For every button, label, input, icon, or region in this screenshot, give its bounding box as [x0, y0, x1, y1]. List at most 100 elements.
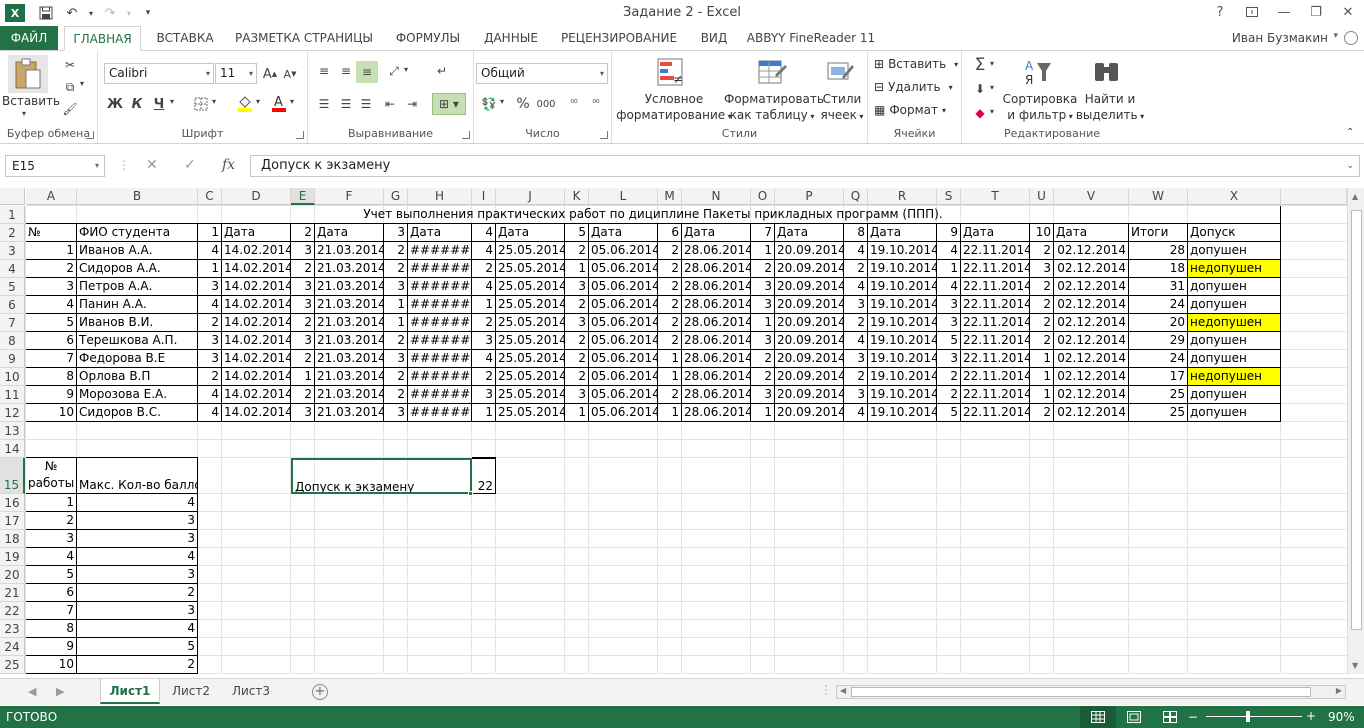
admission-status-cell[interactable]: допушен [1188, 404, 1281, 422]
tab-data[interactable]: ДАННЫЕ [478, 26, 544, 50]
column-header-M[interactable]: M [658, 188, 682, 205]
data-cell[interactable]: 02.12.2014 [1054, 296, 1129, 314]
max-table-score[interactable]: 3 [77, 566, 198, 584]
tab-abbyy[interactable]: ABBYY FineReader 11 [746, 26, 876, 50]
data-cell[interactable]: 28.06.2014 [682, 404, 751, 422]
column-header-H[interactable]: H [408, 188, 472, 205]
tab-split-grip[interactable]: ⋮ [820, 683, 832, 697]
data-cell[interactable]: 05.06.2014 [589, 386, 658, 404]
data-cell[interactable]: 22.11.2014 [961, 368, 1030, 386]
data-cell[interactable]: ########## [408, 404, 472, 422]
data-cell[interactable]: 28.06.2014 [682, 350, 751, 368]
max-table-num[interactable]: 8 [26, 620, 77, 638]
zoom-level[interactable]: 90% [1328, 710, 1355, 724]
alignment-launcher-icon[interactable] [462, 131, 470, 139]
data-cell[interactable]: 2 [751, 260, 775, 278]
zoom-in-icon[interactable]: + [1306, 709, 1316, 723]
row-header-4[interactable]: 4 [0, 260, 25, 278]
data-cell[interactable]: 2 [198, 368, 222, 386]
decrease-font-icon[interactable]: A ▼ [282, 65, 298, 83]
data-cell[interactable]: 05.06.2014 [589, 278, 658, 296]
max-table-score[interactable]: 3 [77, 602, 198, 620]
data-cell[interactable]: 14.02.2014 [222, 260, 291, 278]
minimize-icon[interactable]: — [1268, 0, 1300, 24]
data-cell[interactable]: 21.03.2014 [315, 404, 384, 422]
customize-toolbar-icon[interactable]: ▾ [135, 2, 161, 24]
insert-function-icon[interactable]: fx [222, 157, 235, 173]
column-header-B[interactable]: B [77, 188, 198, 205]
header-cell[interactable]: Дата [222, 224, 291, 242]
data-cell[interactable]: 3 [751, 278, 775, 296]
data-cell[interactable]: 02.12.2014 [1054, 350, 1129, 368]
header-cell[interactable]: 9 [937, 224, 961, 242]
admission-status-cell[interactable]: допушен [1188, 350, 1281, 368]
data-cell[interactable]: 4 [198, 242, 222, 260]
sheet-tab-1[interactable]: Лист1 [100, 679, 160, 704]
data-cell[interactable]: 22.11.2014 [961, 332, 1030, 350]
fill-color-dropdown-icon[interactable]: ▾ [256, 97, 260, 106]
data-cell[interactable]: 25.05.2014 [496, 350, 565, 368]
sheet-title[interactable]: Учет выполнения практических работ по ди… [26, 206, 1281, 224]
formula-input[interactable]: Допуск к экзамену ⌄ [250, 155, 1360, 177]
data-cell[interactable]: 2 [1030, 278, 1054, 296]
data-cell[interactable]: 21.03.2014 [315, 368, 384, 386]
fill-icon[interactable]: ⬇ [970, 79, 990, 99]
help-button[interactable]: ? [1204, 0, 1236, 24]
data-cell[interactable]: ########## [408, 368, 472, 386]
column-header-R[interactable]: R [868, 188, 937, 205]
data-cell[interactable]: 10 [26, 404, 77, 422]
student-name-cell[interactable]: Орлова В.П [77, 368, 198, 386]
max-table-num[interactable]: 9 [26, 638, 77, 656]
max-table-num[interactable]: 3 [26, 530, 77, 548]
data-cell[interactable]: 19.10.2014 [868, 296, 937, 314]
max-table-score[interactable]: 4 [77, 548, 198, 566]
row-header-20[interactable]: 20 [0, 566, 25, 584]
row-header-16[interactable]: 16 [0, 494, 25, 512]
data-cell[interactable]: 25.05.2014 [496, 332, 565, 350]
data-cell[interactable]: 25.05.2014 [496, 386, 565, 404]
data-cell[interactable]: 1 [751, 404, 775, 422]
data-cell[interactable]: 2 [198, 314, 222, 332]
header-cell[interactable]: Дата [496, 224, 565, 242]
data-cell[interactable]: 21.03.2014 [315, 296, 384, 314]
enter-icon[interactable]: ✓ [184, 157, 196, 173]
row-header-1[interactable]: 1 [0, 206, 25, 224]
row-header-22[interactable]: 22 [0, 602, 25, 620]
tab-home[interactable]: ГЛАВНАЯ [64, 26, 141, 51]
data-cell[interactable]: 2 [291, 260, 315, 278]
decrease-indent-icon[interactable]: ⇤ [380, 95, 400, 113]
data-cell[interactable]: 20.09.2014 [775, 332, 844, 350]
data-cell[interactable]: 3 [937, 296, 961, 314]
data-cell[interactable]: 2 [1030, 314, 1054, 332]
max-table-num[interactable]: 4 [26, 548, 77, 566]
data-cell[interactable]: 22.11.2014 [961, 242, 1030, 260]
data-cell[interactable]: 3 [291, 332, 315, 350]
data-cell[interactable]: 02.12.2014 [1054, 368, 1129, 386]
data-cell[interactable]: ########## [408, 296, 472, 314]
data-cell[interactable]: 1 [472, 296, 496, 314]
zoom-out-icon[interactable]: − [1188, 710, 1198, 724]
data-cell[interactable]: 2 [1030, 242, 1054, 260]
data-cell[interactable]: 25.05.2014 [496, 314, 565, 332]
data-cell[interactable]: 20.09.2014 [775, 368, 844, 386]
data-cell[interactable]: ########## [408, 242, 472, 260]
data-cell[interactable]: 2 [751, 368, 775, 386]
header-cell[interactable]: Дата [589, 224, 658, 242]
tab-page-layout[interactable]: РАЗМЕТКА СТРАНИЦЫ [230, 26, 378, 50]
data-cell[interactable]: 14.02.2014 [222, 350, 291, 368]
data-cell[interactable]: 2 [751, 350, 775, 368]
data-cell[interactable]: 3 [291, 242, 315, 260]
column-header-C[interactable]: C [198, 188, 222, 205]
data-cell[interactable]: 20 [1129, 314, 1188, 332]
data-cell[interactable]: 9 [26, 386, 77, 404]
font-name-select[interactable]: Calibri ▾ [104, 63, 214, 84]
worksheet-grid[interactable]: A B C D E F G H I J K L M N O P Q R S T U V W X 1 2 3 4 5 6 7 8 9 10 11 12 1… [0, 188, 1347, 674]
conditional-formatting-button[interactable]: Условное форматирование ▾ [616, 91, 732, 125]
column-header-A[interactable]: A [26, 188, 77, 205]
align-right-icon[interactable]: ☰ [356, 95, 376, 113]
close-icon[interactable]: ✕ [1332, 0, 1364, 24]
tab-review[interactable]: РЕЦЕНЗИРОВАНИЕ [556, 26, 682, 50]
header-cell[interactable]: Дата [868, 224, 937, 242]
data-cell[interactable]: 3 [198, 332, 222, 350]
data-cell[interactable]: 21.03.2014 [315, 242, 384, 260]
